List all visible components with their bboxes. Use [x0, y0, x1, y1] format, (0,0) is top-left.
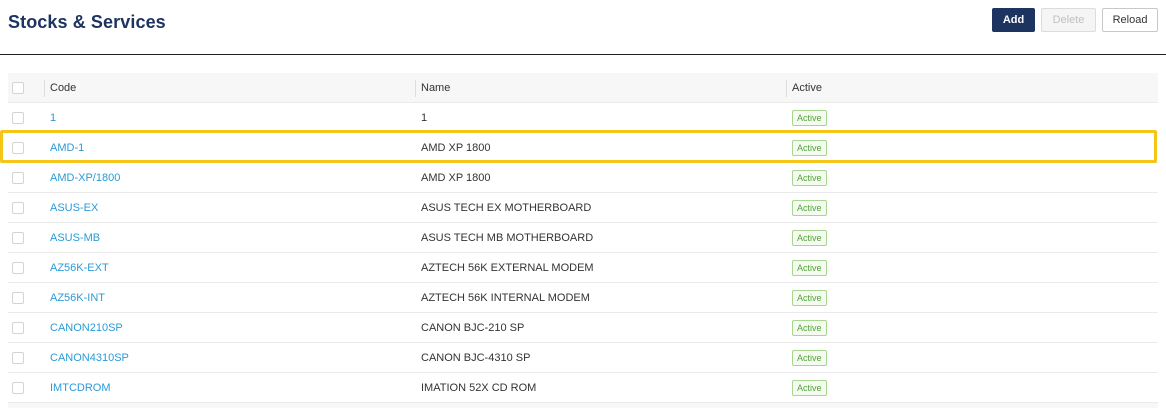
column-separator: [415, 80, 416, 97]
row-code-cell: CANON4310SP: [50, 343, 410, 373]
column-header-code[interactable]: Code: [50, 73, 410, 103]
table-row[interactable]: AZ56K-EXT AZTECH 56K EXTERNAL MODEM Active: [8, 253, 1158, 283]
table-row[interactable]: CANON4310SP CANON BJC-4310 SP Active: [8, 343, 1158, 373]
row-code-link[interactable]: ASUS-MB: [50, 232, 100, 244]
row-status-cell: Active: [792, 283, 992, 313]
row-checkbox[interactable]: [12, 352, 24, 364]
row-checkbox[interactable]: [12, 172, 24, 184]
row-checkbox-cell: [12, 223, 26, 253]
row-code-link[interactable]: ASUS-EX: [50, 202, 98, 214]
row-code-link[interactable]: AMD-1: [50, 142, 84, 154]
row-checkbox-cell: [12, 193, 26, 223]
row-code-link[interactable]: CANON210SP: [50, 322, 123, 334]
page-title: Stocks & Services: [8, 12, 166, 32]
table-row[interactable]: AMD-XP/1800 AMD XP 1800 Active: [8, 163, 1158, 193]
row-name: AZTECH 56K INTERNAL MODEM: [421, 292, 590, 304]
status-badge: Active: [792, 350, 827, 366]
row-checkbox-cell: [12, 313, 26, 343]
table-row[interactable]: CANON210SP CANON BJC-210 SP Active: [8, 313, 1158, 343]
table-row[interactable]: AZ56K-INT AZTECH 56K INTERNAL MODEM Active: [8, 283, 1158, 313]
row-name: CANON BJC-210 SP: [421, 322, 525, 334]
status-badge: Active: [792, 320, 827, 336]
row-checkbox[interactable]: [12, 262, 24, 274]
row-code-cell: CANON210SP: [50, 313, 410, 343]
add-button[interactable]: Add: [992, 8, 1035, 32]
row-checkbox[interactable]: [12, 112, 24, 124]
row-status-cell: Active: [792, 193, 992, 223]
row-checkbox[interactable]: [12, 142, 24, 154]
row-status-cell: Active: [792, 133, 992, 163]
status-badge: Active: [792, 290, 827, 306]
row-code-cell: 1: [50, 103, 410, 133]
row-status-cell: Active: [792, 343, 992, 373]
status-badge: Active: [792, 260, 827, 276]
row-checkbox-cell: [12, 253, 26, 283]
row-checkbox-cell: [12, 373, 26, 403]
status-badge: Active: [792, 140, 827, 156]
row-status-cell: Active: [792, 163, 992, 193]
row-name: IMATION 52X CD ROM: [421, 382, 537, 394]
row-checkbox-cell: [12, 133, 26, 163]
status-badge: Active: [792, 170, 827, 186]
row-status-cell: Active: [792, 253, 992, 283]
row-name: CANON BJC-4310 SP: [421, 352, 531, 364]
status-badge: Active: [792, 230, 827, 246]
row-checkbox-cell: [12, 283, 26, 313]
toolbar: Add Delete Reload: [992, 8, 1158, 32]
row-code-cell: ASUS-MB: [50, 223, 410, 253]
row-checkbox-cell: [12, 343, 26, 373]
select-all-checkbox-cell: [12, 73, 26, 103]
column-header-active[interactable]: Active: [792, 73, 992, 103]
status-badge: Active: [792, 110, 827, 126]
row-code-link[interactable]: AMD-XP/1800: [50, 172, 120, 184]
row-code-cell: AZ56K-INT: [50, 283, 410, 313]
status-badge: Active: [792, 200, 827, 216]
row-name: ASUS TECH EX MOTHERBOARD: [421, 202, 592, 214]
delete-button[interactable]: Delete: [1041, 8, 1096, 32]
row-code-link[interactable]: IMTCDROM: [50, 382, 111, 394]
row-name: AMD XP 1800: [421, 172, 491, 184]
table-row[interactable]: ASUS-MB ASUS TECH MB MOTHERBOARD Active: [8, 223, 1158, 253]
table-row[interactable]: AMD-1 AMD XP 1800 Active: [8, 133, 1158, 163]
row-status-cell: Active: [792, 313, 992, 343]
row-status-cell: Active: [792, 373, 992, 403]
table-header-row: Code Name Active: [8, 73, 1158, 103]
table-row[interactable]: ASUS-EX ASUS TECH EX MOTHERBOARD Active: [8, 193, 1158, 223]
row-code-cell: AMD-XP/1800: [50, 163, 410, 193]
row-code-cell: ASUS-EX: [50, 193, 410, 223]
row-code-link[interactable]: 1: [50, 112, 56, 124]
row-checkbox[interactable]: [12, 232, 24, 244]
row-status-cell: Active: [792, 103, 992, 133]
stocks-table: Code Name Active 1 1 Active AMD-1 AMD XP 180…: [8, 73, 1158, 403]
select-all-checkbox[interactable]: [12, 82, 24, 94]
row-name: 1: [421, 112, 428, 124]
row-code-cell: AMD-1: [50, 133, 410, 163]
column-separator: [44, 80, 45, 97]
row-code-link[interactable]: CANON4310SP: [50, 352, 129, 364]
table-row[interactable]: 1 1 Active: [8, 103, 1158, 133]
status-badge: Active: [792, 380, 827, 396]
table-footer-strip: [8, 403, 1158, 408]
column-header-name[interactable]: Name: [421, 73, 781, 103]
row-checkbox-cell: [12, 103, 26, 133]
row-name: AZTECH 56K EXTERNAL MODEM: [421, 262, 594, 274]
table-body: 1 1 Active AMD-1 AMD XP 1800 Active AMD-XP/180…: [8, 103, 1158, 403]
row-code-link[interactable]: AZ56K-INT: [50, 292, 105, 304]
row-name: AMD XP 1800: [421, 142, 491, 154]
row-status-cell: Active: [792, 223, 992, 253]
reload-button[interactable]: Reload: [1102, 8, 1158, 32]
row-checkbox[interactable]: [12, 292, 24, 304]
page-header: Stocks & Services Add Delete Reload: [0, 0, 1166, 55]
row-checkbox[interactable]: [12, 202, 24, 214]
row-code-cell: IMTCDROM: [50, 373, 410, 403]
row-code-link[interactable]: AZ56K-EXT: [50, 262, 109, 274]
row-checkbox[interactable]: [12, 382, 24, 394]
column-separator: [786, 80, 787, 97]
table-row[interactable]: IMTCDROM IMATION 52X CD ROM Active: [8, 373, 1158, 403]
row-checkbox[interactable]: [12, 322, 24, 334]
row-checkbox-cell: [12, 163, 26, 193]
row-code-cell: AZ56K-EXT: [50, 253, 410, 283]
row-name: ASUS TECH MB MOTHERBOARD: [421, 232, 594, 244]
